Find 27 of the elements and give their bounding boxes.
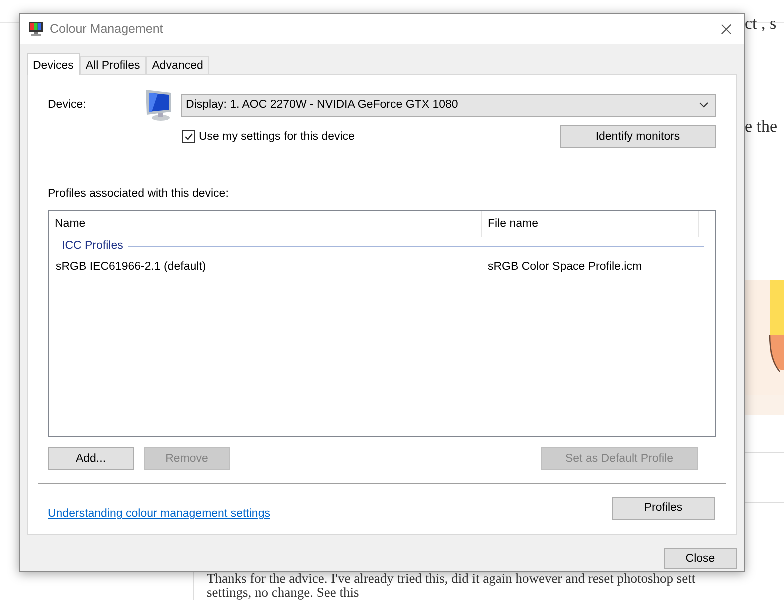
list-button[interactable]: Add... <box>48 447 134 470</box>
close-button[interactable]: Close <box>664 548 737 569</box>
checkbox-label: Use my settings for this device <box>199 130 355 142</box>
section-label: Profiles associated with this device: <box>48 188 230 200</box>
close-icon[interactable] <box>721 24 732 34</box>
column-header[interactable]: File name <box>482 211 699 237</box>
tab[interactable]: Advanced <box>146 56 210 74</box>
window-title: Colour Management <box>50 22 164 36</box>
profiles-button[interactable]: Profiles <box>612 496 715 520</box>
caret-icon <box>699 102 709 108</box>
identify-monitors-button[interactable]: Identify monitors <box>560 125 716 148</box>
page-text: ct , s <box>745 14 777 34</box>
monitor-icon <box>144 88 174 122</box>
list-item[interactable]: sRGB IEC61966-2.1 (default) <box>49 261 482 273</box>
page-text: Thanks for the advice. I've already tried this, did it again however and reset photoshop sett <box>207 572 696 586</box>
checkbox[interactable] <box>182 130 195 143</box>
list-item[interactable]: sRGB Color Space Profile.icm <box>482 261 642 273</box>
column-header[interactable]: Name <box>49 211 482 237</box>
group-header: ICC Profiles <box>62 240 124 252</box>
tab[interactable]: All Profiles <box>80 56 146 74</box>
help-link[interactable]: Understanding colour management settings <box>48 508 270 520</box>
monitor-icon <box>28 21 44 37</box>
page-text: e the <box>745 117 778 137</box>
device-dropdown[interactable]: Display: 1. AOC 2270W - NVIDIA GeForce GTX 1080 <box>181 94 716 116</box>
tab[interactable]: Devices <box>27 53 80 75</box>
page-text: settings, no change. See this <box>207 586 360 600</box>
field-label: Device: <box>48 99 88 111</box>
